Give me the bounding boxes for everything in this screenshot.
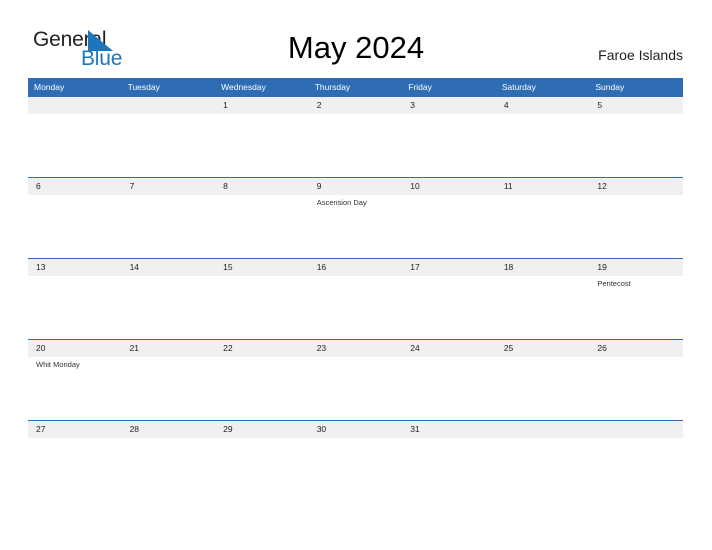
week-row: 13 14 15 16 17 18 19 Pentecost: [28, 258, 683, 339]
day-number[interactable]: 24: [402, 340, 496, 357]
day-number[interactable]: 28: [122, 421, 216, 438]
week-events-band: [28, 114, 683, 116]
day-event: [309, 438, 403, 440]
weekday-header-sunday: Sunday: [595, 82, 625, 92]
day-event: [122, 438, 216, 440]
day-event: [309, 357, 403, 370]
day-event: [589, 357, 683, 370]
day-event: [589, 195, 683, 208]
region-label: Faroe Islands: [598, 47, 683, 63]
day-event: Whit Monday: [36, 360, 80, 369]
day-event: [402, 438, 496, 440]
day-number[interactable]: 15: [215, 259, 309, 276]
day-event: [215, 357, 309, 370]
day-number[interactable]: 19: [589, 259, 683, 276]
day-number[interactable]: 31: [402, 421, 496, 438]
day-number[interactable]: 7: [122, 178, 216, 195]
week-row: 27 28 29 30 31: [28, 420, 683, 442]
day-number[interactable]: 5: [589, 97, 683, 114]
weekday-header-wednesday: Wednesday: [221, 82, 266, 92]
day-event: [402, 357, 496, 370]
day-number[interactable]: 29: [215, 421, 309, 438]
day-event: [28, 438, 122, 440]
day-event: [309, 276, 403, 289]
day-event: [28, 114, 122, 116]
calendar-table: Monday Tuesday Wednesday Thursday Friday…: [28, 78, 683, 442]
day-number[interactable]: [28, 97, 122, 114]
calendar-page: General Blue May 2024 Faroe Islands Mond…: [0, 0, 712, 550]
day-number[interactable]: 2: [309, 97, 403, 114]
week-daynumber-band: 27 28 29 30 31: [28, 420, 683, 438]
day-event: [402, 276, 496, 289]
day-number[interactable]: 21: [122, 340, 216, 357]
day-event: [28, 195, 122, 208]
day-event: [215, 195, 309, 208]
day-number[interactable]: 4: [496, 97, 590, 114]
day-number[interactable]: 12: [589, 178, 683, 195]
day-event: [402, 114, 496, 116]
week-daynumber-band: 20 21 22 23 24 25 26: [28, 339, 683, 357]
day-event: Ascension Day: [316, 198, 367, 207]
day-event: [496, 114, 590, 116]
day-number[interactable]: 22: [215, 340, 309, 357]
week-daynumber-band: 6 7 8 9 10 11 12: [28, 177, 683, 195]
day-number[interactable]: [496, 421, 590, 438]
day-event: [496, 276, 590, 289]
weekday-header-thursday: Thursday: [314, 82, 351, 92]
day-number[interactable]: 23: [309, 340, 403, 357]
day-event: [496, 438, 590, 440]
day-event: [402, 195, 496, 208]
day-event: [215, 276, 309, 289]
day-event: [122, 195, 216, 208]
day-event: [589, 114, 683, 116]
day-number[interactable]: 25: [496, 340, 590, 357]
day-number[interactable]: 20: [28, 340, 122, 357]
weekday-header-friday: Friday: [408, 82, 432, 92]
day-event: [122, 276, 216, 289]
day-number[interactable]: 27: [28, 421, 122, 438]
day-number[interactable]: 1: [215, 97, 309, 114]
weekday-header-monday: Monday: [34, 82, 65, 92]
weekday-header-row: Monday Tuesday Wednesday Thursday Friday…: [28, 78, 683, 96]
day-number[interactable]: 3: [402, 97, 496, 114]
day-number[interactable]: 9: [309, 178, 403, 195]
day-number[interactable]: 8: [215, 178, 309, 195]
day-number[interactable]: 6: [28, 178, 122, 195]
week-events-band: Pentecost: [28, 276, 683, 289]
day-event: [496, 357, 590, 370]
day-number[interactable]: 14: [122, 259, 216, 276]
day-number[interactable]: 13: [28, 259, 122, 276]
week-row: 6 7 8 9 10 11 12 Ascension Day: [28, 177, 683, 258]
day-event: [215, 438, 309, 440]
day-number[interactable]: 10: [402, 178, 496, 195]
page-header: General Blue May 2024 Faroe Islands: [0, 0, 712, 78]
day-event: [122, 114, 216, 116]
week-events-band: Ascension Day: [28, 195, 683, 208]
day-number[interactable]: 16: [309, 259, 403, 276]
day-number[interactable]: 11: [496, 178, 590, 195]
day-event: [309, 114, 403, 116]
day-number[interactable]: 18: [496, 259, 590, 276]
day-event: [589, 438, 683, 440]
week-row: 20 21 22 23 24 25 26 Whit Monday: [28, 339, 683, 420]
week-daynumber-band: 13 14 15 16 17 18 19: [28, 258, 683, 276]
week-events-band: [28, 438, 683, 440]
day-event: Pentecost: [597, 279, 631, 288]
weekday-header-tuesday: Tuesday: [127, 82, 160, 92]
day-event: [496, 195, 590, 208]
day-number[interactable]: [122, 97, 216, 114]
day-event: [215, 114, 309, 116]
week-daynumber-band: 1 2 3 4 5: [28, 96, 683, 114]
week-row: 1 2 3 4 5: [28, 96, 683, 177]
week-events-band: Whit Monday: [28, 357, 683, 370]
day-number[interactable]: 30: [309, 421, 403, 438]
day-number[interactable]: [589, 421, 683, 438]
weekday-header-saturday: Saturday: [501, 82, 536, 92]
day-number[interactable]: 26: [589, 340, 683, 357]
day-event: [28, 276, 122, 289]
day-number[interactable]: 17: [402, 259, 496, 276]
day-event: [122, 357, 216, 370]
